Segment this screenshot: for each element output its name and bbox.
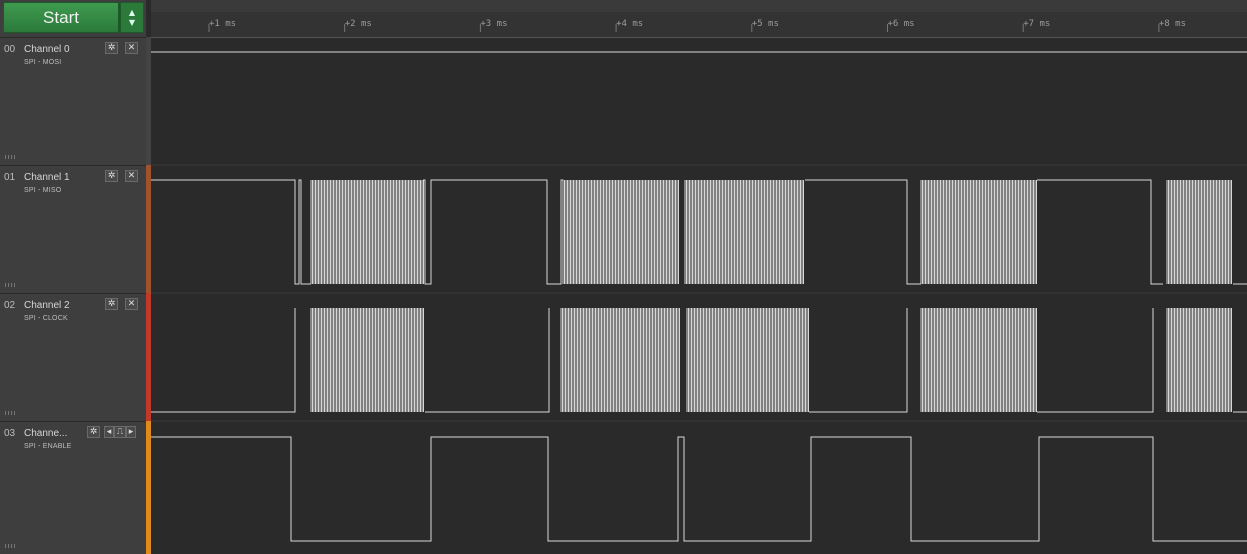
gear-icon[interactable]: ✲ xyxy=(87,426,100,438)
drag-handle[interactable] xyxy=(5,155,17,159)
channel-name[interactable]: Channel 1 xyxy=(24,172,70,183)
time-ruler-svg: +1 ms +2 ms +3 ms +4 ms +5 ms +6 ms +7 ms +8 ms xyxy=(151,0,1247,32)
prev-edge-icon[interactable]: ◂ xyxy=(104,426,114,438)
time-tick-label: +2 ms xyxy=(345,19,372,29)
channel-sidebar: Start ▲ ▼ 00 Channel 0 SPI - MOSI ✲ ✕ 01… xyxy=(0,0,146,554)
time-tick-label: +7 ms xyxy=(1023,19,1050,29)
channel-panel-0[interactable]: 00 Channel 0 SPI - MOSI ✲ ✕ xyxy=(0,37,146,165)
channel-number: 00 xyxy=(4,44,16,55)
channel-subtitle: SPI - ENABLE xyxy=(24,443,72,450)
next-edge-icon[interactable]: ▸ xyxy=(126,426,136,438)
gear-icon[interactable]: ✲ xyxy=(105,42,118,54)
channel-subtitle: SPI - MOSI xyxy=(24,59,62,66)
time-tick-label: +5 ms xyxy=(752,19,779,29)
channel-panel-2[interactable]: 02 Channel 2 SPI - CLOCK ✲ ✕ xyxy=(0,293,146,421)
close-icon[interactable]: ✕ xyxy=(125,42,138,54)
channel-subtitle: SPI - CLOCK xyxy=(24,315,68,322)
channel-number: 01 xyxy=(4,172,16,183)
start-options-spinner[interactable]: ▲ ▼ xyxy=(120,2,144,33)
trigger-icon[interactable]: ⎍ xyxy=(114,426,126,438)
chevron-up-icon[interactable]: ▲ xyxy=(129,8,135,18)
channel-number: 03 xyxy=(4,428,16,439)
time-ruler[interactable]: +1 ms +2 ms +3 ms +4 ms +5 ms +6 ms +7 ms +8 ms xyxy=(151,0,1247,38)
time-tick-label: +3 ms xyxy=(480,19,507,29)
channel-name[interactable]: Channel 0 xyxy=(24,44,70,55)
gear-icon[interactable]: ✲ xyxy=(105,170,118,182)
gear-icon[interactable]: ✲ xyxy=(105,298,118,310)
close-icon[interactable]: ✕ xyxy=(125,170,138,182)
channel-subtitle: SPI - MISO xyxy=(24,187,62,194)
chevron-down-icon[interactable]: ▼ xyxy=(129,18,135,28)
drag-handle[interactable] xyxy=(5,411,17,415)
waveform-plot[interactable] xyxy=(151,38,1247,554)
start-button[interactable]: Start xyxy=(3,2,119,33)
drag-handle[interactable] xyxy=(5,283,17,287)
time-tick-label: +1 ms xyxy=(209,19,236,29)
time-tick-label: +4 ms xyxy=(616,19,643,29)
channel-panel-1[interactable]: 01 Channel 1 SPI - MISO ✲ ✕ xyxy=(0,165,146,293)
channel-panel-3[interactable]: 03 Channe... SPI - ENABLE ✲ ◂ ⎍ ▸ xyxy=(0,421,146,554)
start-button-label: Start xyxy=(43,7,79,27)
channel-number: 02 xyxy=(4,300,16,311)
time-tick-label: +8 ms xyxy=(1159,19,1186,29)
close-icon[interactable]: ✕ xyxy=(125,298,138,310)
channel-name[interactable]: Channe... xyxy=(24,428,67,439)
drag-handle[interactable] xyxy=(5,544,17,548)
channel-name[interactable]: Channel 2 xyxy=(24,300,70,311)
time-tick-label: +6 ms xyxy=(888,19,915,29)
